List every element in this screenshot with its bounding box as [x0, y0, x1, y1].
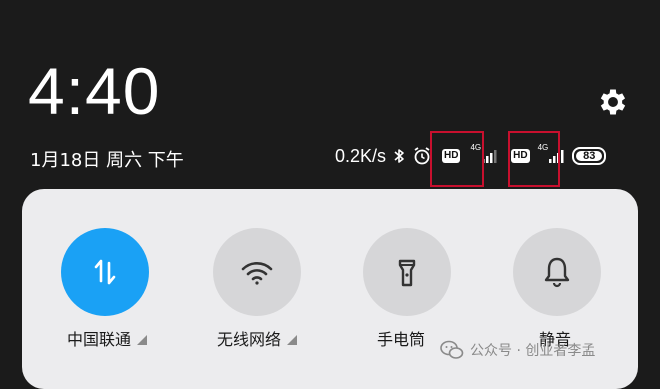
tile-label-text: 中国联通 [67, 330, 132, 349]
bluetooth-icon [392, 147, 406, 165]
tile-mobile-data[interactable] [61, 228, 149, 316]
dropdown-indicator-icon[interactable] [287, 335, 298, 345]
mobile-data-icon [91, 257, 119, 287]
tile-label-wifi: 无线网络 [217, 326, 298, 350]
wifi-icon [239, 258, 275, 286]
date-label: 1月18日 周六 下午 [30, 150, 184, 171]
watermark: 公众号 · 创业者李孟 [440, 336, 595, 364]
watermark-text: 公众号 · 创业者李孟 [470, 343, 596, 359]
tile-label-mobile-data: 中国联通 [67, 326, 148, 350]
tile-label-text: 无线网络 [217, 330, 282, 349]
wechat-icon [440, 340, 464, 360]
tile-label-flashlight: 手电筒 [377, 326, 425, 350]
tile-flashlight[interactable] [363, 228, 451, 316]
bell-icon [542, 255, 572, 289]
highlight-box-hd-1 [430, 131, 484, 187]
tile-silent[interactable] [513, 228, 601, 316]
network-speed: 0.2K/s [335, 145, 387, 166]
tile-label-text: 手电筒 [377, 330, 426, 349]
flashlight-icon [393, 255, 421, 289]
tile-wifi[interactable] [213, 228, 301, 316]
battery-level: 83 [576, 150, 603, 162]
highlight-box-hd-2 [508, 131, 560, 187]
dropdown-indicator-icon[interactable] [137, 335, 148, 345]
clock-time: 4:40 [28, 54, 161, 128]
battery-indicator: 83 [572, 147, 607, 165]
settings-gear-icon[interactable] [596, 85, 630, 119]
